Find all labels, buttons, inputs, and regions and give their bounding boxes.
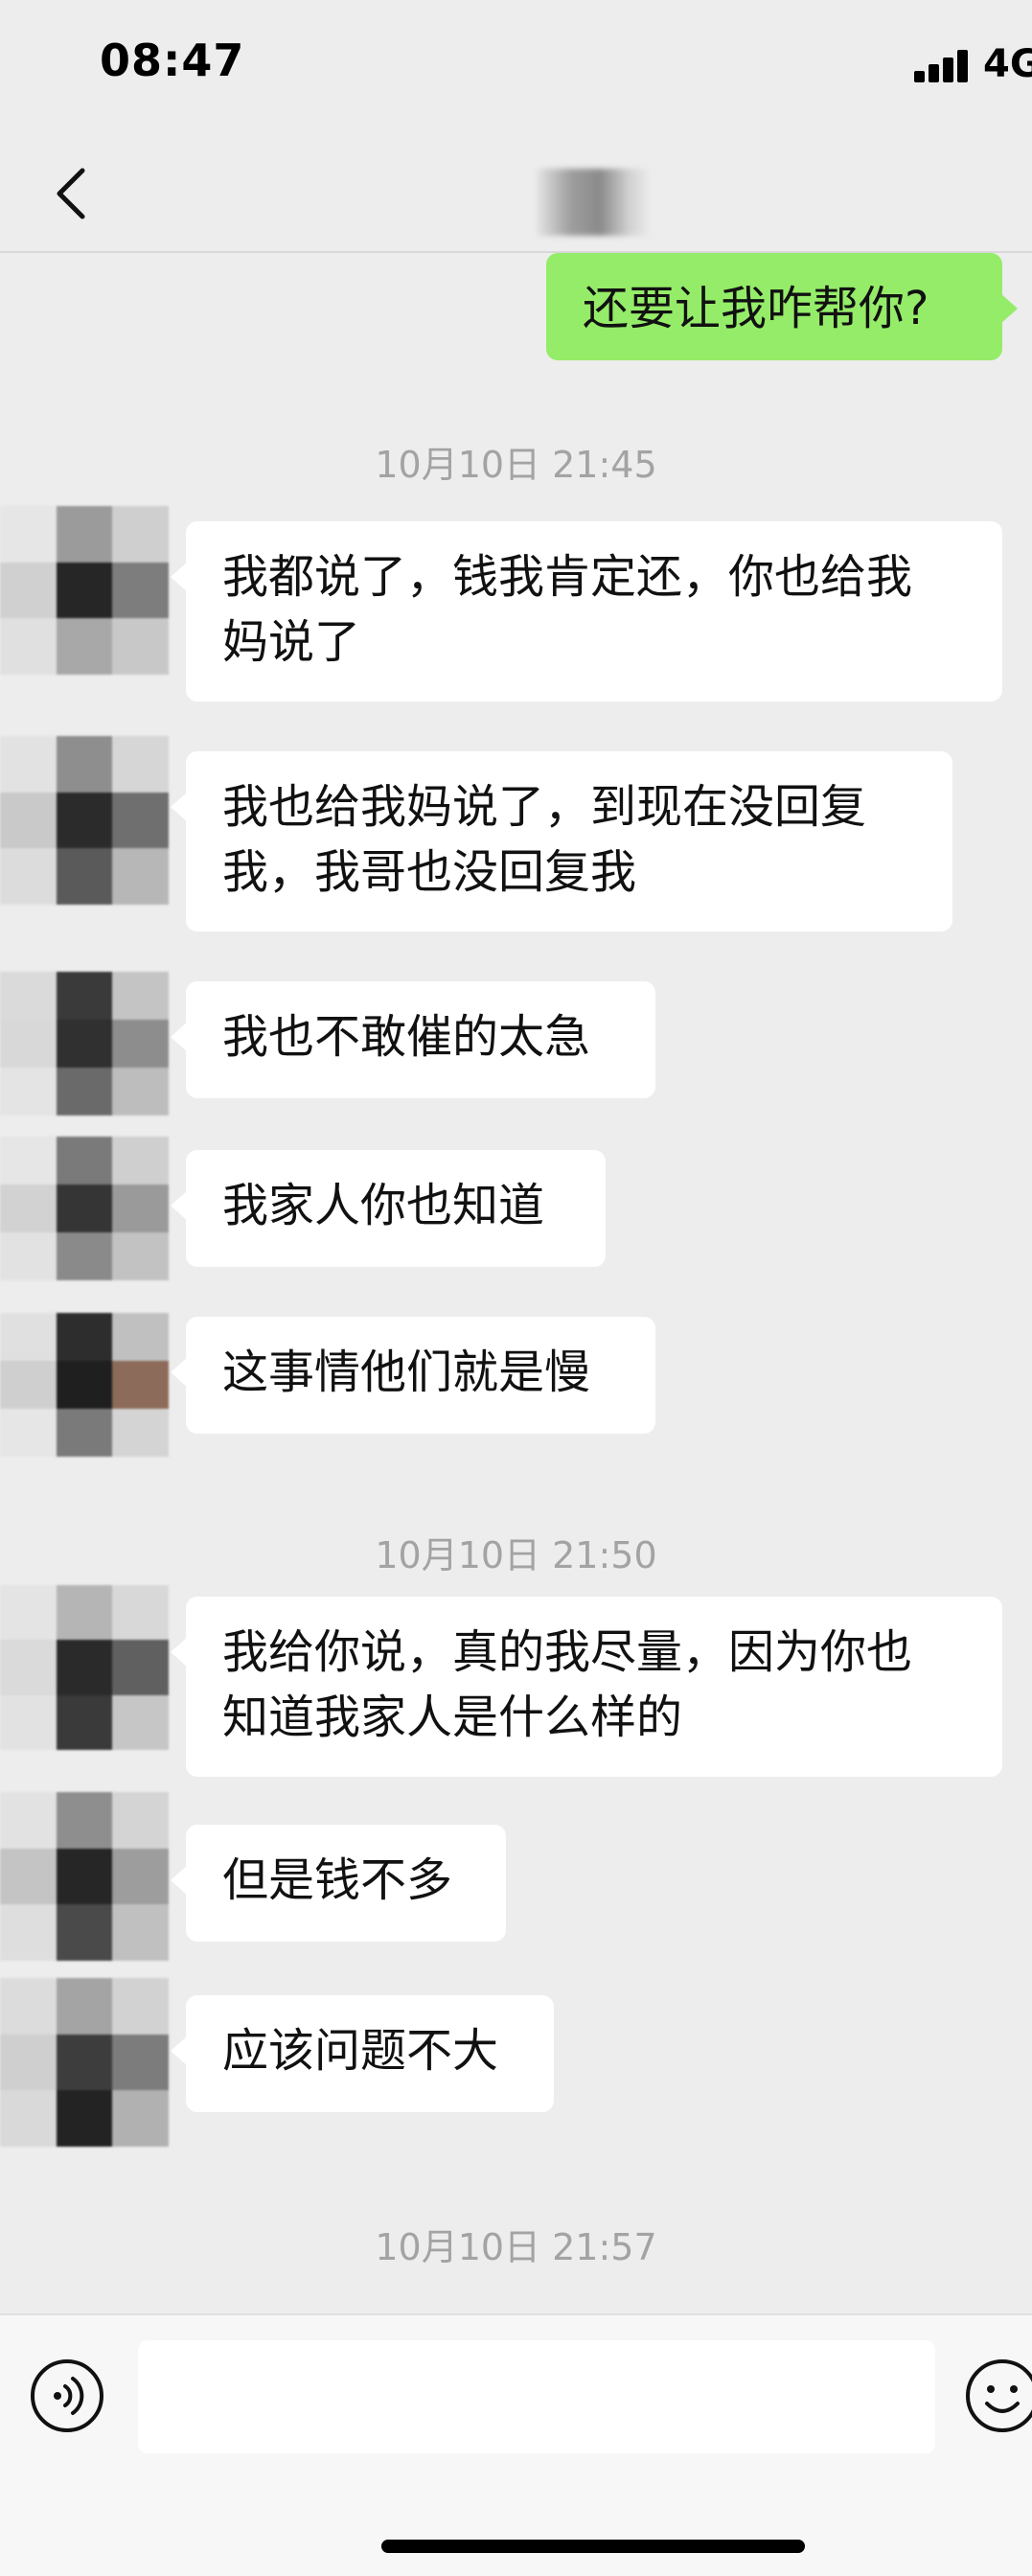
voice-icon bbox=[31, 2359, 103, 2432]
sender-avatar[interactable] bbox=[0, 1137, 169, 1280]
message-timestamp: 10月10日 21:45 bbox=[375, 444, 657, 486]
message-row-incoming: 这事情他们就是慢 bbox=[0, 1313, 1032, 1460]
sender-avatar[interactable] bbox=[0, 506, 169, 675]
contact-name bbox=[537, 169, 652, 236]
sender-avatar[interactable] bbox=[0, 1585, 169, 1750]
sender-avatar[interactable] bbox=[0, 972, 169, 1116]
home-indicator[interactable] bbox=[381, 2540, 805, 2553]
incoming-message-bubble[interactable]: 我家人你也知道 bbox=[171, 1150, 606, 1267]
sender-avatar[interactable] bbox=[0, 736, 169, 905]
signal-strength-icon bbox=[914, 50, 968, 82]
status-bar: 08:47 4G bbox=[0, 0, 1032, 134]
message-row-incoming: 我也不敢催的太急 bbox=[0, 972, 1032, 1116]
message-row-incoming: 我也给我妈说了，到现在没回复 我，我哥也没回复我 bbox=[0, 736, 1032, 932]
message-text-input[interactable] bbox=[138, 2340, 935, 2453]
message-list[interactable]: 还要让我咋帮你? 10月10日 21:45 我都说了，钱我肯定还，你也给我 妈说… bbox=[0, 253, 1032, 2313]
message-row-incoming: 但是钱不多 bbox=[0, 1792, 1032, 1961]
incoming-message-bubble[interactable]: 我给你说，真的我尽量，因为你也 知道我家人是什么样的 bbox=[171, 1597, 1002, 1777]
emoji-icon bbox=[966, 2359, 1032, 2432]
message-timestamp: 10月10日 21:57 bbox=[375, 2226, 657, 2268]
back-button[interactable] bbox=[34, 155, 111, 232]
sender-avatar[interactable] bbox=[0, 1792, 169, 1961]
voice-input-button[interactable] bbox=[29, 2358, 105, 2434]
network-type-label: 4G bbox=[983, 42, 1032, 86]
chevron-left-icon bbox=[57, 168, 85, 219]
chat-header bbox=[0, 134, 1032, 253]
outgoing-message-bubble[interactable]: 还要让我咋帮你? bbox=[546, 253, 1018, 360]
incoming-message-bubble[interactable]: 但是钱不多 bbox=[171, 1825, 506, 1942]
chat-input-bar bbox=[0, 2313, 1032, 2576]
sender-avatar[interactable] bbox=[0, 1313, 169, 1457]
sender-avatar[interactable] bbox=[0, 1978, 169, 2147]
message-row-incoming: 我家人你也知道 bbox=[0, 1137, 1032, 1280]
message-row-incoming: 应该问题不大 bbox=[0, 1978, 1032, 2147]
incoming-message-bubble[interactable]: 我也不敢催的太急 bbox=[171, 981, 655, 1098]
incoming-message-bubble[interactable]: 应该问题不大 bbox=[171, 1995, 554, 2112]
incoming-message-bubble[interactable]: 我也给我妈说了，到现在没回复 我，我哥也没回复我 bbox=[171, 751, 952, 932]
status-time: 08:47 bbox=[100, 34, 245, 86]
incoming-message-bubble[interactable]: 我都说了，钱我肯定还，你也给我 妈说了 bbox=[171, 521, 1002, 702]
message-row-incoming: 我都说了，钱我肯定还，你也给我 妈说了 bbox=[0, 506, 1032, 702]
message-timestamp: 10月10日 21:50 bbox=[375, 1534, 657, 1576]
message-row-incoming: 我给你说，真的我尽量，因为你也 知道我家人是什么样的 bbox=[0, 1585, 1032, 1777]
emoji-button[interactable] bbox=[964, 2358, 1032, 2434]
incoming-message-bubble[interactable]: 这事情他们就是慢 bbox=[171, 1317, 655, 1434]
message-row-outgoing: 还要让我咋帮你? bbox=[0, 253, 1032, 360]
